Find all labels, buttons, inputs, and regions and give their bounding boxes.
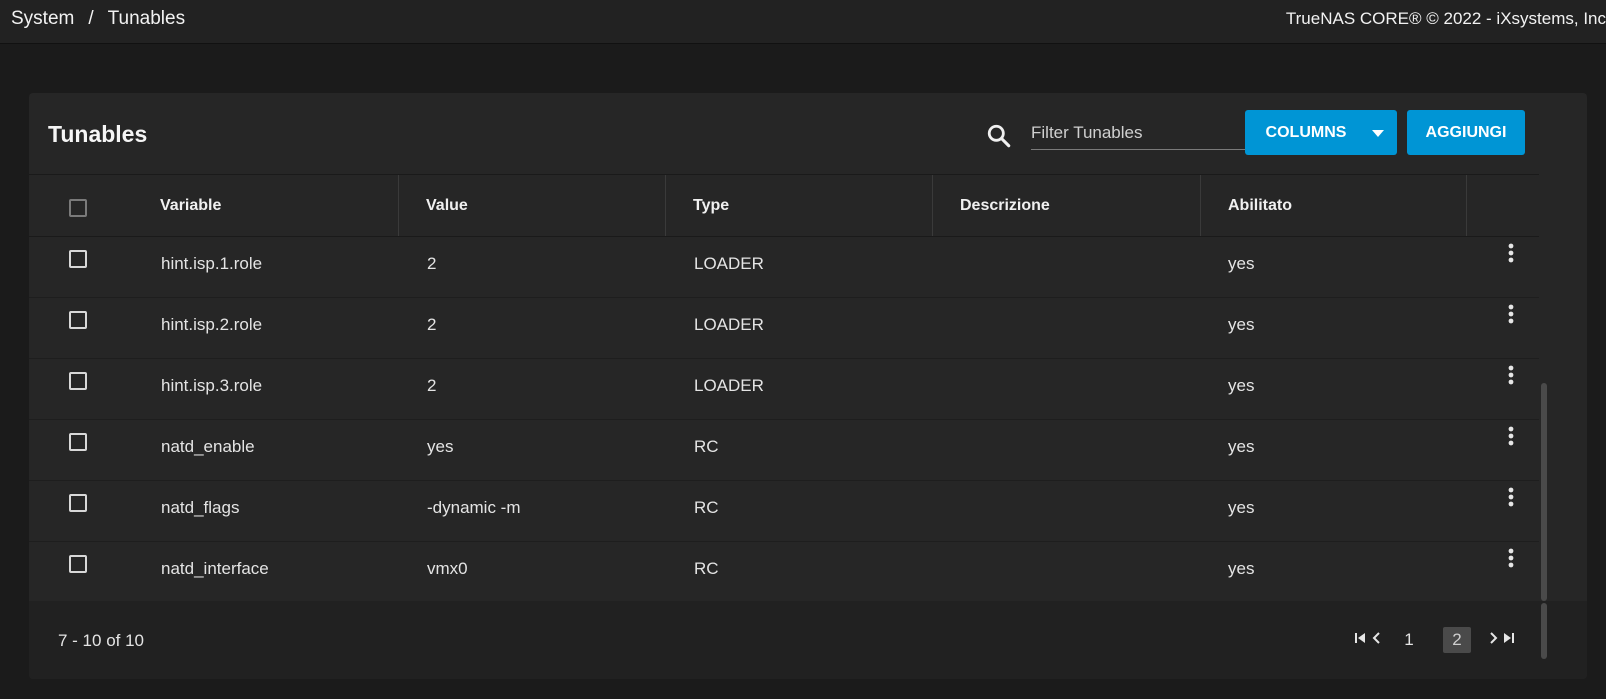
more-options-icon[interactable] [1503,547,1519,571]
table-body: hint.isp.1.role 2 LOADER yes hint.isp.2.… [29,236,1539,601]
cell-enabled: yes [1228,498,1255,517]
table-row: hint.isp.2.role 2 LOADER yes [29,297,1539,359]
page-button-1[interactable]: 1 [1395,627,1423,653]
cell-value: -dynamic -m [427,498,521,517]
cell-value: 2 [427,376,437,395]
cell-type: RC [694,498,719,517]
cell-value: 2 [427,315,437,334]
breadcrumb-tunables: Tunables [107,8,186,29]
cell-value: 2 [427,254,437,273]
column-header-actions [1466,175,1539,236]
tunables-card: Tunables COLUMNS AGGIUNGI Variable Value… [29,93,1587,679]
columns-button-label: COLUMNS [1265,123,1347,141]
more-options-icon[interactable] [1503,303,1519,327]
cell-type: LOADER [694,315,764,334]
row-checkbox[interactable] [69,311,87,329]
cell-enabled: yes [1228,376,1255,395]
cell-variable: hint.isp.1.role [161,254,263,273]
row-checkbox[interactable] [69,494,87,512]
previous-page-icon[interactable] [1372,632,1382,644]
filter-input[interactable] [1031,117,1251,149]
table-row: hint.isp.3.role 2 LOADER yes [29,358,1539,420]
column-header-type[interactable]: Type [665,175,932,236]
copyright-text: TrueNAS CORE® © 2022 - iXsystems, Inc [1285,9,1606,28]
row-checkbox[interactable] [69,250,87,268]
cell-variable: hint.isp.2.role [161,315,263,334]
breadcrumb-separator: / [88,8,94,29]
more-options-icon[interactable] [1503,486,1519,510]
breadcrumb: System / Tunables [11,8,185,30]
last-page-icon[interactable] [1503,632,1515,644]
first-page-icon[interactable] [1354,632,1366,644]
cell-type: RC [694,437,719,456]
row-checkbox[interactable] [69,433,87,451]
row-checkbox[interactable] [69,555,87,573]
cell-type: LOADER [694,254,764,273]
cell-enabled: yes [1228,315,1255,334]
more-options-icon[interactable] [1503,364,1519,388]
table-header: Variable Value Type Descrizione Abilitat… [29,174,1539,237]
column-header-enabled[interactable]: Abilitato [1200,175,1466,236]
row-checkbox[interactable] [69,372,87,390]
cell-type: RC [694,559,719,578]
search-icon [987,124,1011,148]
select-all-checkbox[interactable] [69,199,87,217]
top-bar: System / Tunables TrueNAS CORE® © 2022 - i… [0,0,1606,44]
column-header-description[interactable]: Descrizione [932,175,1200,236]
cell-value: yes [427,437,454,456]
column-header-value[interactable]: Value [398,175,665,236]
page-title: Tunables [48,121,148,147]
next-page-icon[interactable] [1488,632,1498,644]
more-options-icon[interactable] [1503,425,1519,449]
cell-enabled: yes [1228,437,1255,456]
column-header-variable[interactable]: Variable [133,175,398,236]
cell-variable: natd_enable [161,437,255,456]
table-row: hint.isp.1.role 2 LOADER yes [29,236,1539,298]
table-row: natd_flags -dynamic -m RC yes [29,480,1539,542]
more-options-icon[interactable] [1503,242,1519,266]
page-button-2[interactable]: 2 [1443,627,1471,653]
scrollbar-thumb[interactable] [1541,383,1547,601]
columns-button[interactable]: COLUMNS [1245,110,1397,155]
cell-variable: hint.isp.3.role [161,376,263,395]
filter-field [1031,117,1251,150]
cell-variable: natd_interface [161,559,269,578]
add-button-label: AGGIUNGI [1425,123,1507,141]
breadcrumb-system[interactable]: System [11,8,74,29]
cell-variable: natd_flags [161,498,240,517]
table-footer: 7 - 10 of 10 1 2 [29,601,1587,679]
cell-enabled: yes [1228,254,1255,273]
cell-value: vmx0 [427,559,468,578]
table-row: natd_interface vmx0 RC yes [29,541,1539,602]
scrollbar-thumb-lower[interactable] [1541,603,1547,659]
cell-type: LOADER [694,376,764,395]
caret-down-icon [1372,130,1384,137]
table-row: natd_enable yes RC yes [29,419,1539,481]
cell-enabled: yes [1228,559,1255,578]
add-button[interactable]: AGGIUNGI [1407,110,1525,155]
pagination-range: 7 - 10 of 10 [58,631,145,650]
